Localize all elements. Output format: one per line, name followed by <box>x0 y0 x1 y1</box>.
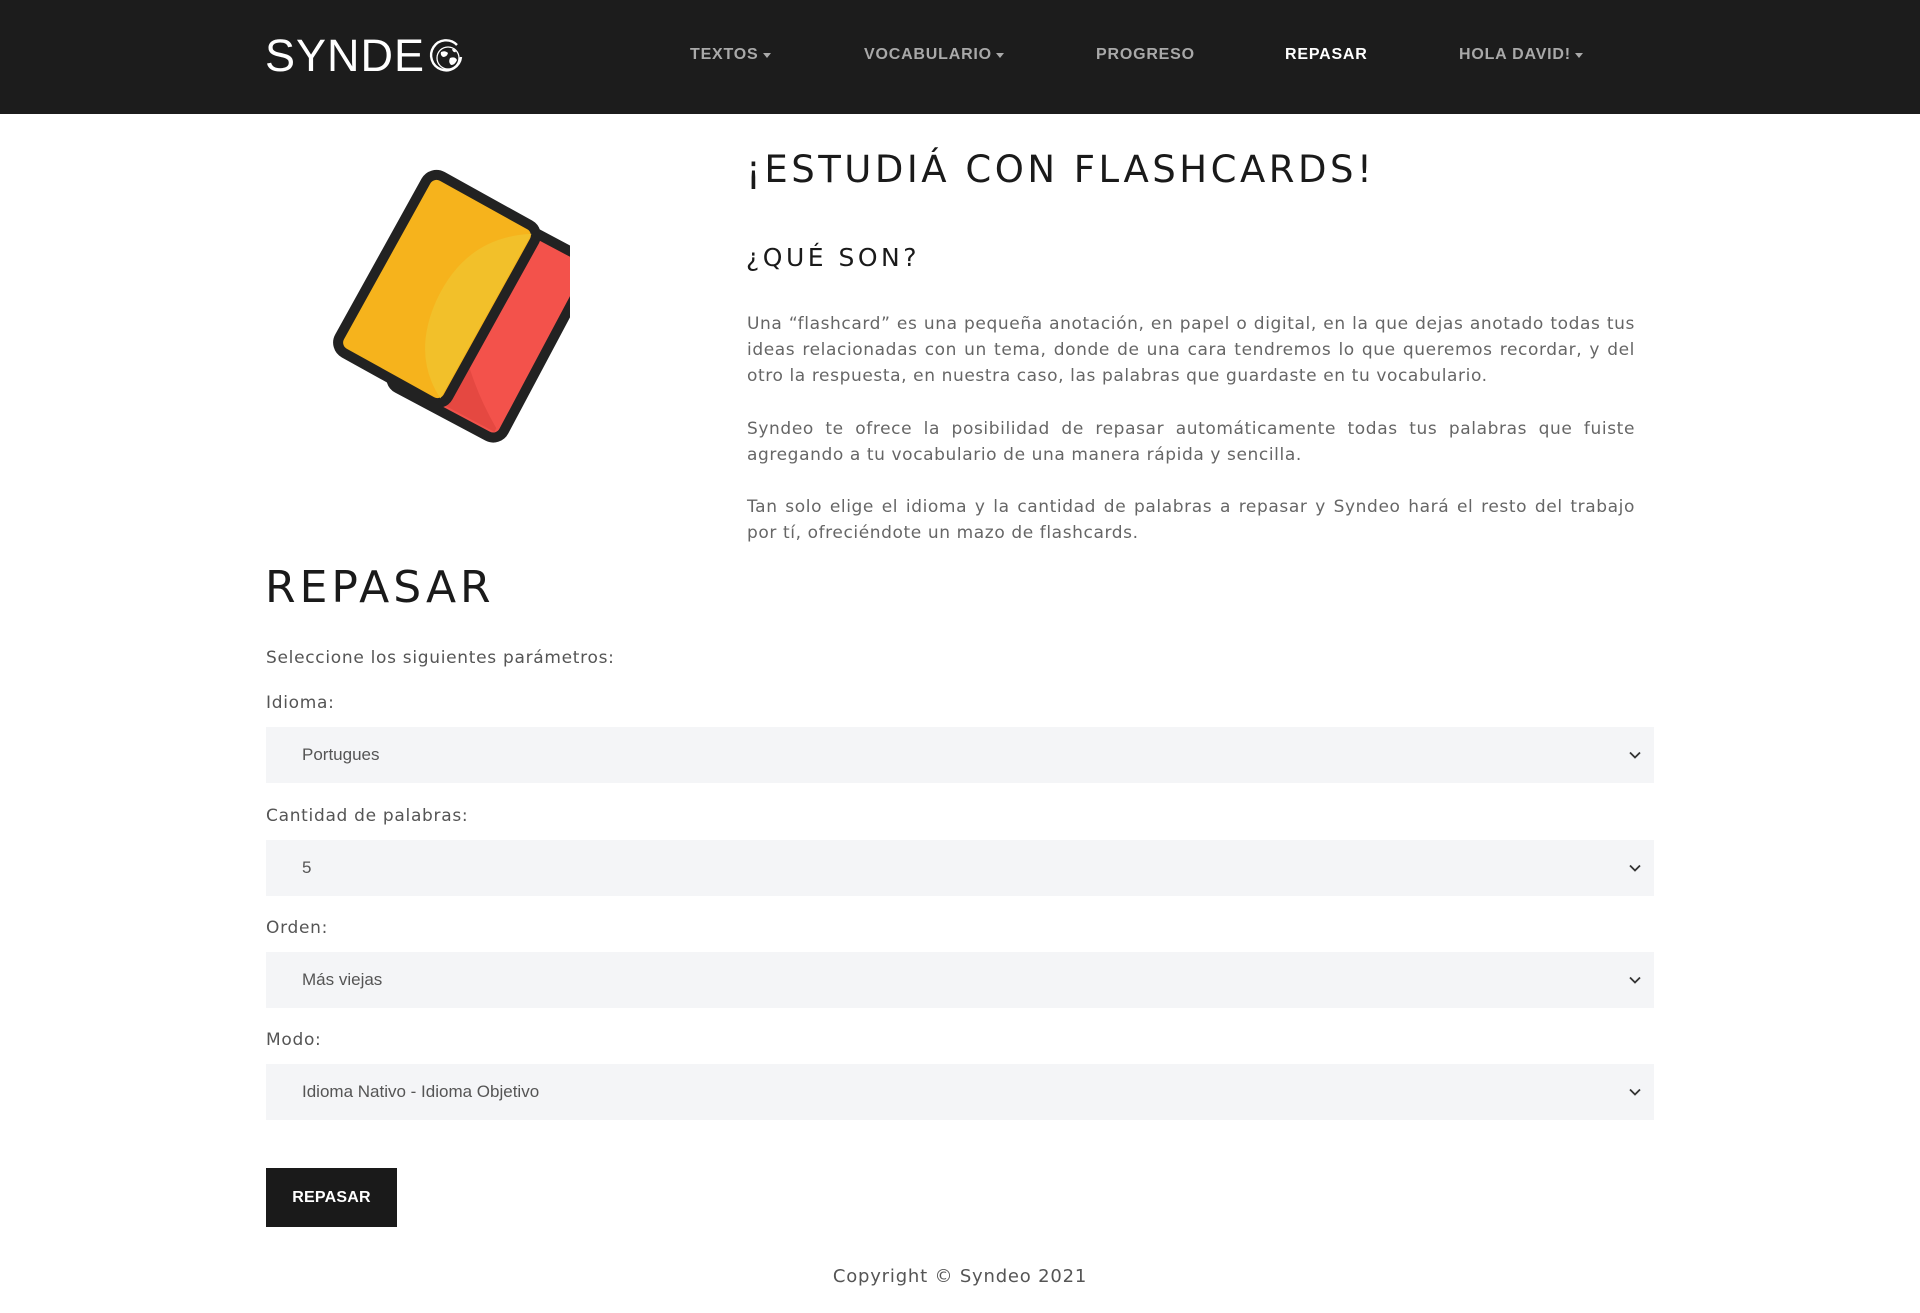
nav-item-label: HOLA DAVID! <box>1459 46 1571 63</box>
caret-down-icon <box>762 52 771 58</box>
flashcards-illustration <box>333 169 570 443</box>
nav-item-textos[interactable]: TEXTOS <box>690 43 771 67</box>
idioma-select[interactable]: Portugues <box>266 727 1654 783</box>
field-label-idioma: Idioma: <box>266 693 335 713</box>
select-value: 5 <box>302 858 312 877</box>
hero-paragraph: Tan solo elige el idioma y la cantidad d… <box>747 497 1635 543</box>
chevron-down-icon <box>1628 1085 1642 1099</box>
section-title: REPASAR <box>265 562 495 613</box>
nav-item-label: TEXTOS <box>690 46 759 63</box>
field-label-cantidad: Cantidad de palabras: <box>266 806 469 826</box>
brand-name: SYNDE <box>265 30 426 81</box>
nav-item-user-menu[interactable]: HOLA DAVID! <box>1459 43 1583 67</box>
nav-item-repasar[interactable]: REPASAR <box>1285 43 1368 67</box>
hero-paragraph: Una “flashcard” es una pequeña anotación… <box>747 314 1635 386</box>
repasar-button[interactable]: REPASAR <box>266 1168 397 1227</box>
nav-item-label: VOCABULARIO <box>864 46 992 63</box>
modo-select[interactable]: Idioma Nativo - Idioma Objetivo <box>266 1064 1654 1120</box>
orden-select[interactable]: Más viejas <box>266 952 1654 1008</box>
nav-item-label: REPASAR <box>1285 46 1368 63</box>
field-label-orden: Orden: <box>266 918 329 938</box>
nav-item-progreso[interactable]: PROGRESO <box>1096 43 1195 67</box>
hero-paragraph: Syndeo te ofrece la posibilidad de repas… <box>747 419 1635 465</box>
select-value: Idioma Nativo - Idioma Objetivo <box>302 1082 540 1101</box>
select-value: Más viejas <box>302 970 383 989</box>
brand-logo[interactable]: SYNDE <box>265 32 466 80</box>
caret-down-icon <box>1574 52 1583 58</box>
chevron-down-icon <box>1628 973 1642 987</box>
hero-subtitle: ¿QUÉ SON? <box>746 243 921 272</box>
nav-item-vocabulario[interactable]: VOCABULARIO <box>864 43 1004 67</box>
chevron-down-icon <box>1628 748 1642 762</box>
navbar: SYNDE TEXTOS VOCABULARIO PROGRESO REPASA… <box>0 0 1920 114</box>
select-value: Portugues <box>302 745 380 764</box>
globe-icon <box>430 39 463 72</box>
form-instructions: Seleccione los siguientes parámetros: <box>266 648 615 668</box>
nav-item-label: PROGRESO <box>1096 46 1195 63</box>
footer-copyright: Copyright © Syndeo 2021 <box>832 1266 1088 1287</box>
hero-title: ¡ESTUDIÁ CON FLASHCARDS! <box>746 148 1376 191</box>
field-label-modo: Modo: <box>266 1030 322 1050</box>
chevron-down-icon <box>1628 861 1642 875</box>
caret-down-icon <box>995 52 1004 58</box>
cantidad-select[interactable]: 5 <box>266 840 1654 896</box>
